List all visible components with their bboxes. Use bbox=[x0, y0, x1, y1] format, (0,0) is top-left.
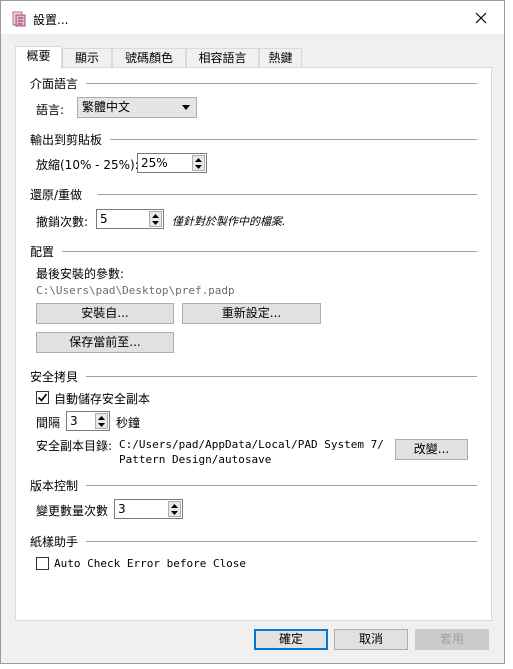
group-config: 配置 bbox=[30, 245, 55, 259]
spinner-buttons[interactable] bbox=[149, 211, 162, 227]
undo-count-spinner[interactable]: 5 bbox=[96, 209, 164, 229]
divider bbox=[86, 376, 477, 377]
window-title: 設置... bbox=[33, 13, 69, 27]
last-params-path: C:\Users\pad\Desktop\pref.padp bbox=[36, 284, 235, 297]
divider bbox=[86, 83, 477, 84]
title-bar: 設置... bbox=[1, 1, 504, 34]
divider bbox=[110, 139, 477, 140]
spin-up-icon bbox=[152, 214, 159, 218]
spinner-buttons[interactable] bbox=[168, 501, 181, 517]
safe-copy-dir-label: 安全副本目錄: bbox=[36, 439, 113, 453]
interval-spinner[interactable]: 3 bbox=[66, 411, 110, 431]
save-current-button[interactable]: 保存當前至... bbox=[36, 332, 174, 353]
group-sample-helper: 紙樣助手 bbox=[30, 535, 79, 549]
safe-copy-dir-line2: Pattern Design/autosave bbox=[119, 453, 272, 466]
group-safe-copy: 安全拷貝 bbox=[30, 370, 79, 384]
spin-down-icon bbox=[171, 511, 178, 515]
divider bbox=[86, 485, 477, 486]
spinner-buttons[interactable] bbox=[95, 413, 108, 429]
chevron-down-icon bbox=[182, 105, 190, 110]
install-from-button[interactable]: 安裝自... bbox=[36, 303, 174, 324]
spin-up-icon bbox=[195, 158, 202, 162]
language-label: 語言: bbox=[36, 103, 65, 117]
tab-number-color[interactable]: 號碼顏色 bbox=[112, 48, 186, 68]
settings-dialog: 設置... 概要 顯示 號碼顏色 相容語言 熱鍵 介面語言 語言: 繁體中文 輸… bbox=[0, 0, 505, 664]
general-panel: 介面語言 語言: 繁體中文 輸出到剪貼板 放縮(10% - 25%): 25% … bbox=[15, 67, 492, 621]
spin-down-icon bbox=[195, 165, 202, 169]
group-clipboard-output: 輸出到剪貼板 bbox=[30, 133, 103, 147]
undo-count-label: 撤銷次數: bbox=[36, 215, 89, 229]
auto-check-error-checkbox[interactable] bbox=[36, 557, 49, 570]
zoom-spinner[interactable]: 25% bbox=[137, 153, 207, 173]
close-icon bbox=[475, 12, 487, 23]
interval-label: 間隔 bbox=[36, 416, 61, 430]
reset-button[interactable]: 重新設定... bbox=[182, 303, 321, 324]
change-dir-button[interactable]: 改變... bbox=[395, 439, 468, 460]
auto-check-error-label: Auto Check Error before Close bbox=[54, 557, 247, 570]
language-select[interactable]: 繁體中文 bbox=[77, 97, 197, 118]
divider bbox=[62, 251, 477, 252]
spin-down-icon bbox=[152, 221, 159, 225]
divider bbox=[98, 194, 477, 195]
undo-count-value: 5 bbox=[100, 212, 108, 226]
change-count-value: 3 bbox=[118, 502, 126, 516]
close-button[interactable] bbox=[458, 1, 504, 34]
tab-hotkeys[interactable]: 熱鍵 bbox=[259, 48, 302, 68]
apply-button[interactable]: 套用 bbox=[415, 629, 489, 650]
interval-value: 3 bbox=[70, 414, 78, 428]
divider bbox=[86, 541, 477, 542]
group-interface-language: 介面語言 bbox=[30, 77, 79, 91]
group-version-control: 版本控制 bbox=[30, 479, 79, 493]
spinner-buttons[interactable] bbox=[192, 155, 205, 171]
undo-note: 僅針對於製作中的檔案. bbox=[172, 215, 286, 228]
change-count-spinner[interactable]: 3 bbox=[114, 499, 183, 519]
tab-display[interactable]: 顯示 bbox=[62, 48, 112, 68]
tab-general[interactable]: 概要 bbox=[15, 46, 62, 69]
tab-compatible-language[interactable]: 相容語言 bbox=[186, 48, 259, 68]
spin-up-icon bbox=[171, 504, 178, 508]
safe-copy-dir-line1: C:/Users/pad/AppData/Local/PAD System 7/ bbox=[119, 438, 384, 451]
change-count-label: 變更數量次數 bbox=[36, 504, 109, 518]
zoom-label: 放縮(10% - 25%): bbox=[36, 158, 139, 172]
spin-down-icon bbox=[98, 423, 105, 427]
auto-save-checkbox[interactable] bbox=[36, 391, 49, 404]
cancel-button[interactable]: 取消 bbox=[334, 629, 408, 650]
checkmark-icon bbox=[37, 393, 48, 402]
last-params-label: 最後安裝的參數: bbox=[36, 267, 125, 281]
zoom-value: 25% bbox=[141, 156, 168, 170]
language-selected-value: 繁體中文 bbox=[82, 100, 131, 114]
interval-unit: 秒鐘 bbox=[116, 416, 141, 430]
group-undo-redo: 還原/重做 bbox=[30, 188, 83, 202]
spin-up-icon bbox=[98, 416, 105, 420]
ok-button[interactable]: 確定 bbox=[254, 629, 328, 650]
app-icon bbox=[11, 11, 27, 27]
auto-save-label: 自動儲存安全副本 bbox=[54, 392, 151, 406]
